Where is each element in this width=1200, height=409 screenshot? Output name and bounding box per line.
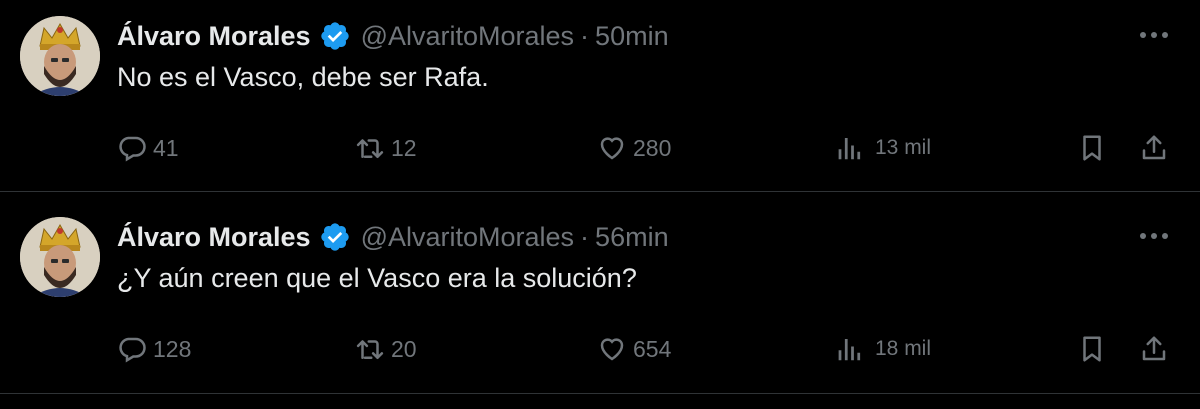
divider (0, 393, 1200, 394)
reply-button[interactable]: 41 (117, 128, 179, 168)
more-dots-icon[interactable] (1138, 221, 1170, 251)
more-dots-icon[interactable] (1138, 20, 1170, 50)
share-button[interactable] (1139, 329, 1169, 369)
heart-icon (600, 338, 624, 361)
avatar[interactable] (20, 16, 100, 96)
tweet-actions: 128 20 654 18 mil (117, 329, 1177, 369)
like-count: 280 (633, 134, 672, 161)
share-icon (1142, 336, 1166, 361)
reply-button[interactable]: 128 (117, 329, 191, 369)
bookmark-button[interactable] (1077, 128, 1107, 168)
author-handle[interactable]: @AlvaritoMorales (361, 222, 574, 253)
bookmark-icon (1083, 336, 1101, 362)
retweet-count: 12 (391, 134, 417, 161)
views-icon (838, 339, 861, 361)
views-icon (838, 138, 861, 160)
heart-icon (600, 137, 624, 160)
tweet[interactable]: Álvaro Morales @AlvaritoMorales · 50min … (0, 0, 1200, 192)
timestamp[interactable]: 56min (595, 222, 669, 253)
avatar[interactable] (20, 217, 100, 297)
author-name[interactable]: Álvaro Morales (117, 222, 311, 253)
views-count: 13 mil (875, 136, 932, 159)
verified-badge-icon (319, 20, 351, 52)
reply-icon (119, 136, 146, 162)
separator-dot: · (580, 221, 590, 252)
retweet-icon (356, 340, 384, 359)
bookmark-button[interactable] (1077, 329, 1107, 369)
tweet-actions: 41 12 280 13 mil (117, 128, 1177, 168)
bookmark-icon (1083, 135, 1101, 161)
tweet-header: Álvaro Morales @AlvaritoMorales · 56min (117, 217, 669, 257)
separator-dot: · (580, 20, 590, 51)
views-count: 18 mil (875, 337, 932, 360)
reply-count: 128 (153, 335, 192, 362)
author-handle[interactable]: @AlvaritoMorales (361, 21, 574, 52)
retweet-icon (356, 139, 384, 158)
share-button[interactable] (1139, 128, 1169, 168)
like-count: 654 (633, 335, 672, 362)
like-button[interactable]: 654 (597, 329, 671, 369)
retweet-button[interactable]: 20 (355, 329, 417, 369)
reply-icon (119, 337, 146, 363)
share-icon (1142, 135, 1166, 160)
retweet-button[interactable]: 12 (355, 128, 417, 168)
author-name[interactable]: Álvaro Morales (117, 21, 311, 52)
timestamp[interactable]: 50min (595, 21, 669, 52)
tweet-text: No es el Vasco, debe ser Rafa. (117, 62, 489, 92)
like-button[interactable]: 280 (597, 128, 671, 168)
views-button[interactable]: 13 mil (835, 128, 931, 168)
tweet-header: Álvaro Morales @AlvaritoMorales · 50min (117, 16, 669, 56)
tweet-text: ¿Y aún creen que el Vasco era la solució… (117, 263, 637, 293)
retweet-count: 20 (391, 335, 417, 362)
reply-count: 41 (153, 134, 179, 161)
tweet[interactable]: Álvaro Morales @AlvaritoMorales · 56min … (0, 205, 1200, 409)
tweet-feed: Álvaro Morales @AlvaritoMorales · 50min … (0, 0, 1200, 409)
verified-badge-icon (319, 221, 351, 253)
views-button[interactable]: 18 mil (835, 329, 931, 369)
